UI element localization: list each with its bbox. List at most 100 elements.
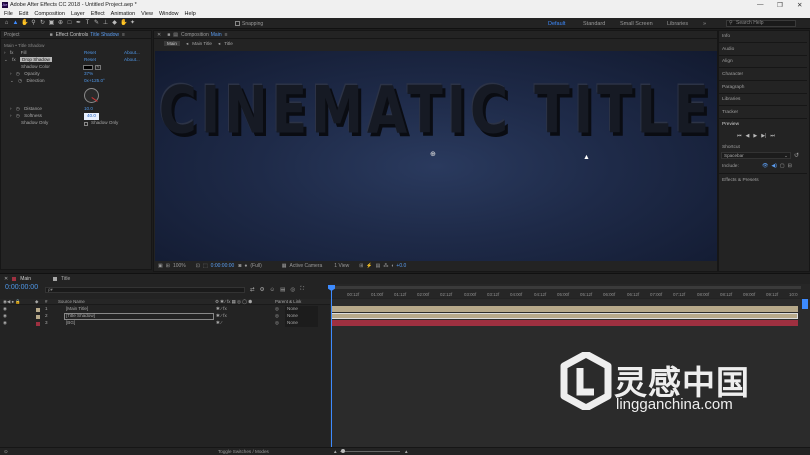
audio-toggle-icon[interactable]: ◀) — [771, 163, 777, 169]
toggle-pixel-aspect-icon[interactable]: ⊞ — [359, 263, 363, 269]
roto-tool-icon[interactable]: ✋ — [120, 20, 127, 27]
home-icon[interactable]: ⌂ — [3, 20, 10, 27]
parent-select[interactable]: None — [285, 320, 318, 327]
motion-blur-icon[interactable]: ◎ — [290, 287, 295, 293]
close-tab-icon[interactable]: ✕ — [4, 276, 8, 282]
toggle-switches-modes[interactable]: Toggle Switches / Modes — [218, 448, 269, 455]
brush-tool-icon[interactable]: ✎ — [93, 20, 100, 27]
snapshot-icon[interactable]: ◙ — [238, 263, 241, 269]
about-button[interactable]: About... — [124, 57, 140, 64]
visibility-icon[interactable]: ◉ — [3, 313, 7, 320]
menu-animation[interactable]: Animation — [111, 11, 135, 17]
views-select[interactable]: 1 View — [334, 263, 349, 269]
parent-pickwhip-icon[interactable]: ◎ — [275, 320, 279, 327]
expand-chevron-icon[interactable]: › — [4, 50, 6, 55]
panel-menu-icon[interactable]: ≡ — [122, 31, 125, 39]
zoom-tool-icon[interactable]: ⚲ — [30, 20, 37, 27]
show-channel-icon[interactable]: ● — [244, 263, 247, 269]
menu-edit[interactable]: Edit — [19, 11, 28, 17]
puppet-tool-icon[interactable]: ✦ — [129, 20, 136, 27]
layer-bar-title-shadow[interactable] — [331, 313, 798, 319]
panel-libraries[interactable]: Libraries — [722, 97, 740, 102]
stopwatch-icon[interactable]: ◷ — [16, 113, 20, 118]
workspace-small-screen[interactable]: Small Screen — [620, 21, 653, 27]
zoom-out-icon[interactable]: ▲ — [333, 448, 338, 455]
more-workspaces-icon[interactable]: » — [703, 21, 706, 27]
close-button[interactable]: ✕ — [797, 1, 802, 9]
workspace-libraries[interactable]: Libraries — [667, 21, 688, 27]
rotate-tool-icon[interactable]: ↻ — [39, 20, 46, 27]
panel-align[interactable]: Align — [722, 59, 733, 64]
overlay-toggle-icon[interactable]: ▢ — [780, 163, 785, 169]
tab-title[interactable]: Title — [61, 276, 70, 282]
menu-file[interactable]: File — [4, 11, 13, 17]
expand-chevron-icon[interactable]: › — [10, 71, 12, 76]
menu-help[interactable]: Help — [185, 11, 196, 17]
reset-icon[interactable]: ↺ — [794, 152, 799, 159]
menu-layer[interactable]: Layer — [71, 11, 85, 17]
breadcrumb-main[interactable]: Main — [164, 41, 180, 46]
maximize-button[interactable]: ❐ — [777, 1, 783, 9]
zoom-slider[interactable] — [340, 451, 400, 452]
draft-3d-icon[interactable]: ⚙ — [260, 287, 265, 293]
zoom-select[interactable]: 100% — [173, 263, 186, 269]
shy-icon[interactable]: ☺ — [270, 287, 276, 293]
layer-name[interactable]: [Title Shadow] — [64, 313, 214, 320]
layer-row[interactable]: ◉ 2 [Title Shadow] ✱ ⁄ fx ◎ None — [0, 313, 330, 320]
visibility-icon[interactable]: ◉ — [3, 320, 7, 327]
fast-preview-icon[interactable]: ⚡ — [366, 263, 372, 269]
anchor-point-icon[interactable]: ⊕ — [430, 150, 436, 158]
workspace-default[interactable]: Default — [548, 21, 565, 27]
transparency-grid-icon[interactable]: ▦ — [282, 263, 287, 269]
frame-blending-icon[interactable]: ▤ — [280, 287, 285, 293]
work-area-bar[interactable] — [331, 286, 801, 289]
camera-select[interactable]: Active Camera — [290, 263, 323, 269]
stopwatch-icon[interactable]: ◷ — [18, 78, 22, 83]
panel-info[interactable]: Info — [722, 34, 730, 39]
stopwatch-icon[interactable]: ◷ — [16, 71, 20, 76]
graph-editor-icon[interactable]: ⛶ — [300, 286, 304, 293]
shadow-only-checkbox[interactable] — [84, 121, 88, 126]
reset-button[interactable]: Reset — [84, 57, 96, 64]
source-name-header[interactable]: Source Name — [58, 299, 85, 305]
color-swatch[interactable] — [83, 65, 93, 70]
timeline-icon[interactable]: ▤ — [376, 263, 381, 269]
menu-view[interactable]: View — [141, 11, 153, 17]
region-icon[interactable]: ⬚ — [203, 263, 208, 269]
effect-drop-shadow-row[interactable]: ⌄ fx Drop Shadow Reset About... — [4, 57, 150, 64]
exposure-value[interactable]: +0.0 — [396, 263, 406, 269]
breadcrumb-title[interactable]: Title — [224, 41, 233, 46]
expand-chevron-icon[interactable]: ⌄ — [4, 57, 8, 62]
resolution-select[interactable]: (Full) — [250, 263, 261, 269]
eraser-tool-icon[interactable]: ◆ — [111, 20, 118, 27]
composition-viewer[interactable]: CINEMATIC TITLE ⊕ ▲ — [155, 51, 717, 261]
about-button[interactable]: About... — [124, 50, 140, 57]
lock-icon[interactable]: ■ — [50, 31, 53, 39]
visibility-icon[interactable]: ◉ — [3, 306, 7, 313]
direction-dial[interactable] — [84, 88, 99, 103]
layer-label-color[interactable] — [36, 321, 40, 326]
softness-value[interactable]: 40.0 — [84, 113, 99, 120]
pan-behind-tool-icon[interactable]: ⊕ — [57, 20, 64, 27]
selection-tool-icon[interactable]: ▲ — [12, 20, 19, 27]
current-time[interactable]: 0:00:00:00 — [211, 263, 235, 269]
panel-tracker[interactable]: Tracker — [722, 110, 738, 115]
shortcut-select[interactable]: Spacebar ⌄ — [721, 152, 791, 159]
panel-character[interactable]: Character — [722, 72, 743, 77]
layer-row[interactable]: ◉ 3 [BG] ✱ ⁄ ◎ None — [0, 320, 330, 327]
layer-bar-main-title[interactable] — [331, 306, 798, 312]
breadcrumb-main-title[interactable]: Main Title — [192, 41, 212, 46]
direction-value[interactable]: 0x+125.0° — [84, 78, 105, 85]
exposure-icon[interactable]: ◐ — [391, 263, 394, 269]
fx-icon[interactable]: fx — [12, 57, 16, 62]
pen-tool-icon[interactable]: ✒ — [75, 20, 82, 27]
reset-button[interactable]: Reset — [84, 50, 96, 57]
fit-icon[interactable]: ⊡ — [196, 263, 200, 269]
stopwatch-icon[interactable]: ◷ — [16, 106, 20, 111]
tab-project[interactable]: Project — [4, 31, 20, 39]
minimize-button[interactable]: — — [757, 1, 764, 8]
snapping-checkbox[interactable] — [235, 21, 240, 26]
menu-composition[interactable]: Composition — [34, 11, 65, 17]
parent-select[interactable]: None — [285, 306, 318, 313]
fx-icon[interactable]: fx — [10, 50, 14, 55]
